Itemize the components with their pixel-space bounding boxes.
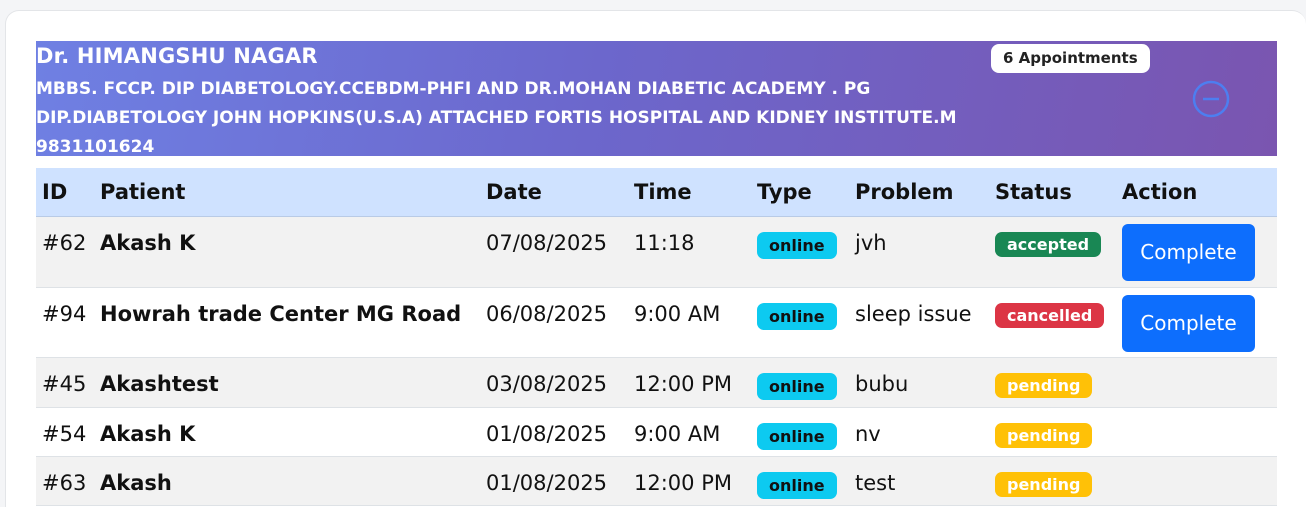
status-badge: pending	[995, 372, 1093, 398]
appointment-time: 11:18	[628, 216, 751, 288]
problem-text: sleep issue	[849, 287, 989, 358]
type-badge: online	[757, 471, 837, 499]
patient-name: Howrah trade Center MG Road	[94, 287, 480, 358]
col-id: ID	[36, 168, 94, 217]
col-action: Action	[1116, 168, 1277, 217]
appointment-date: 07/08/2025	[480, 216, 628, 288]
status-badge: pending	[995, 471, 1093, 497]
patient-name: Akash K	[94, 407, 480, 457]
appointment-date: 01/08/2025	[480, 407, 628, 457]
action-cell-empty	[1116, 357, 1277, 408]
patient-name: Akash	[94, 456, 480, 506]
type-badge: online	[757, 422, 837, 450]
type-badge: online	[757, 302, 837, 330]
table-row: #54 Akash K 01/08/2025 9:00 AM online nv…	[36, 407, 1277, 457]
appointment-id: #54	[36, 407, 94, 457]
appointment-id: #94	[36, 287, 94, 358]
appointments-table: ID Patient Date Time Type Problem Status…	[36, 168, 1277, 506]
appointment-time: 9:00 AM	[628, 407, 751, 457]
appointment-id: #62	[36, 216, 94, 288]
table-row: #63 Akash 01/08/2025 12:00 PM online tes…	[36, 456, 1277, 506]
status-badge: pending	[995, 422, 1093, 448]
appointment-id: #45	[36, 357, 94, 408]
minus-circle-icon[interactable]	[1192, 80, 1230, 118]
type-badge: online	[757, 372, 837, 400]
col-problem: Problem	[849, 168, 989, 217]
appointment-date: 06/08/2025	[480, 287, 628, 358]
complete-button[interactable]: Complete	[1122, 294, 1255, 352]
type-badge: online	[757, 231, 837, 259]
appointment-time: 12:00 PM	[628, 357, 751, 408]
doctor-name: Dr. HIMANGSHU NAGAR	[36, 44, 318, 68]
appointments-count-badge: 6 Appointments	[991, 44, 1150, 73]
action-cell-empty	[1116, 407, 1277, 457]
table-row: #94 Howrah trade Center MG Road 06/08/20…	[36, 287, 1277, 358]
table-row: #62 Akash K 07/08/2025 11:18 online jvh …	[36, 216, 1277, 288]
problem-text: test	[849, 456, 989, 506]
appointment-time: 12:00 PM	[628, 456, 751, 506]
appointment-date: 01/08/2025	[480, 456, 628, 506]
col-date: Date	[480, 168, 628, 217]
status-badge: accepted	[995, 231, 1102, 257]
appointment-id: #63	[36, 456, 94, 506]
doctor-appointments-card: Dr. HIMANGSHU NAGAR MBBS. FCCP. DIP DIAB…	[5, 10, 1306, 507]
problem-text: jvh	[849, 216, 989, 288]
action-cell-empty	[1116, 456, 1277, 506]
col-status: Status	[989, 168, 1116, 217]
col-type: Type	[751, 168, 849, 217]
doctor-header: Dr. HIMANGSHU NAGAR MBBS. FCCP. DIP DIAB…	[36, 41, 1277, 157]
table-row: #45 Akashtest 03/08/2025 12:00 PM online…	[36, 357, 1277, 408]
patient-name: Akashtest	[94, 357, 480, 408]
patient-name: Akash K	[94, 216, 480, 288]
appointment-time: 9:00 AM	[628, 287, 751, 358]
doctor-qualifications: MBBS. FCCP. DIP DIABETOLOGY.CCEBDM-PHFI …	[36, 79, 957, 157]
status-badge: cancelled	[995, 302, 1105, 328]
col-patient: Patient	[94, 168, 480, 217]
problem-text: nv	[849, 407, 989, 457]
table-header-row: ID Patient Date Time Type Problem Status…	[36, 168, 1277, 217]
problem-text: bubu	[849, 357, 989, 408]
appointment-date: 03/08/2025	[480, 357, 628, 408]
complete-button[interactable]: Complete	[1122, 223, 1255, 281]
col-time: Time	[628, 168, 751, 217]
